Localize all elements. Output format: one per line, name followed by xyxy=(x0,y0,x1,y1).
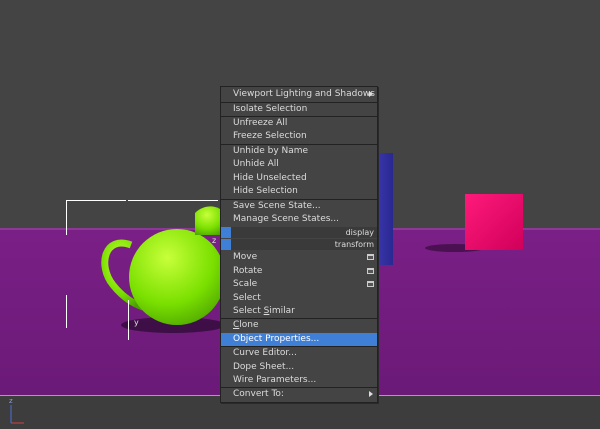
menu-item-label: Manage Scene States... xyxy=(233,214,340,224)
selection-bracket xyxy=(128,300,130,340)
menu-item-label: Save Scene State... xyxy=(233,201,321,211)
menu-item-label: Isolate Selection xyxy=(233,104,308,114)
menu-item-label: Object Properties... xyxy=(233,334,320,344)
menu-item-save-scene-state[interactable]: Save Scene State... xyxy=(221,200,377,213)
menu-item-manage-scene-states[interactable]: Manage Scene States... xyxy=(221,213,377,226)
pink-box-object[interactable] xyxy=(465,194,523,250)
menu-item-object-properties[interactable]: Object Properties... xyxy=(221,333,377,346)
menu-item-label: Scale xyxy=(233,279,258,289)
menu-item-label: Hide Unselected xyxy=(233,173,307,183)
menu-item-label: Viewport Lighting and Shadows xyxy=(233,89,375,99)
selection-bracket xyxy=(66,295,68,328)
quad-header-label: transform xyxy=(334,240,374,249)
menu-item-freeze-selection[interactable]: Freeze Selection xyxy=(221,130,377,143)
menu-item-unfreeze-all[interactable]: Unfreeze All xyxy=(221,117,377,130)
selection-bracket xyxy=(66,200,68,235)
menu-item-label: Curve Editor... xyxy=(233,348,297,358)
menu-item-unhide-all[interactable]: Unhide All xyxy=(221,158,377,171)
quad-header-transform[interactable]: transform xyxy=(221,239,377,250)
options-box-icon[interactable] xyxy=(367,281,374,287)
menu-item-wire-parameters[interactable]: Wire Parameters... xyxy=(221,374,377,387)
menu-item-label: Unhide All xyxy=(233,159,279,169)
menu-item-unhide-by-name[interactable]: Unhide by Name xyxy=(221,145,377,158)
menu-item-label: Clone xyxy=(233,320,259,330)
menu-item-select-similar[interactable]: Select Similar xyxy=(221,305,377,318)
menu-item-clone[interactable]: Clone xyxy=(221,319,377,332)
menu-item-label: Select xyxy=(233,293,261,303)
quad-header-label: display xyxy=(345,228,374,237)
menu-item-label: Hide Selection xyxy=(233,186,298,196)
selection-bracket xyxy=(66,200,126,202)
menu-item-hide-selection[interactable]: Hide Selection xyxy=(221,185,377,198)
menu-item-convert-to[interactable]: Convert To: xyxy=(221,388,377,401)
quad-header-display[interactable]: display xyxy=(221,227,377,238)
submenu-arrow-icon xyxy=(369,391,373,397)
menu-item-scale[interactable]: Scale xyxy=(221,278,377,291)
world-axis-tripod-icon: z xyxy=(9,397,24,424)
menu-item-isolate-selection[interactable]: Isolate Selection xyxy=(221,103,377,116)
gizmo-y-label: y xyxy=(134,318,139,327)
options-box-icon[interactable] xyxy=(367,254,374,260)
menu-item-label: Dope Sheet... xyxy=(233,362,295,372)
axis-z-label: z xyxy=(9,397,13,405)
menu-item-label: Freeze Selection xyxy=(233,131,307,141)
quad-menu[interactable]: Viewport Lighting and Shadows Isolate Se… xyxy=(220,86,378,403)
quad-color-tab xyxy=(221,239,231,250)
submenu-arrow-icon xyxy=(369,91,373,97)
menu-item-label: Move xyxy=(233,252,258,262)
menu-item-label: Convert To: xyxy=(233,389,284,399)
menu-item-label: Select Similar xyxy=(233,306,295,316)
menu-item-curve-editor[interactable]: Curve Editor... xyxy=(221,347,377,360)
selection-bracket xyxy=(128,200,218,202)
gizmo-z-label: z xyxy=(212,236,217,245)
menu-item-label: Unfreeze All xyxy=(233,118,288,128)
menu-item-move[interactable]: Move xyxy=(221,251,377,264)
quad-color-tab xyxy=(221,227,231,238)
menu-item-dope-sheet[interactable]: Dope Sheet... xyxy=(221,361,377,374)
menu-item-select[interactable]: Select xyxy=(221,292,377,305)
menu-item-rotate[interactable]: Rotate xyxy=(221,265,377,278)
menu-item-viewport-lighting[interactable]: Viewport Lighting and Shadows xyxy=(221,88,377,101)
menu-item-label: Unhide by Name xyxy=(233,146,309,156)
options-box-icon[interactable] xyxy=(367,268,374,274)
teapot-object[interactable] xyxy=(95,195,235,335)
menu-item-label: Rotate xyxy=(233,266,263,276)
menu-item-hide-unselected[interactable]: Hide Unselected xyxy=(221,172,377,185)
menu-item-label: Wire Parameters... xyxy=(233,375,317,385)
